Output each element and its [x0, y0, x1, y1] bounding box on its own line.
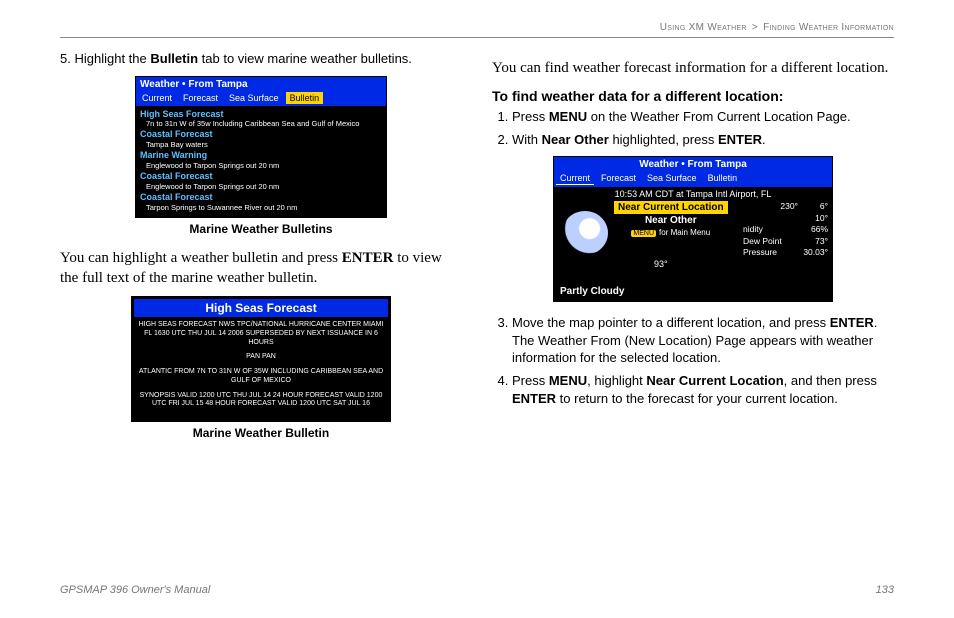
page-footer: GPSMAP 396 Owner's Manual 133 [60, 584, 894, 596]
weather-icon [562, 211, 608, 255]
wft-readings: 230°6° 10° nidity66% Dew Point73° Pressu… [725, 201, 828, 258]
bulletin-sub: 7n to 31n W of 35w Including Caribbean S… [146, 119, 382, 128]
header-section: Using XM Weather [660, 22, 747, 33]
wft-status: 10:53 AM CDT at Tampa Intl Airport, FL [554, 187, 832, 201]
right-column: You can find weather forecast informatio… [492, 50, 894, 452]
left-column: Highlight the Bulletin tab to view marin… [60, 50, 462, 452]
hsf-line: HIGH SEAS FORECAST NWS TPC/NATIONAL HURR… [138, 321, 384, 347]
step-5: Highlight the Bulletin tab to view marin… [60, 50, 462, 68]
menu-near-current: Near Current Location [614, 201, 728, 214]
tab-bulletin: Bulletin [704, 172, 742, 185]
left-para-enter: You can highlight a weather bulletin and… [60, 248, 462, 289]
wft-title: Weather • From Tampa [554, 157, 832, 172]
bulletin-sub: Tarpon Springs to Suwannee River out 20 … [146, 203, 382, 212]
bulletin-title: Marine Warning [140, 150, 382, 161]
wft-temp: 93° [654, 259, 668, 269]
bulletin-sub: Tampa Bay waters [146, 140, 382, 149]
figure-high-seas-forecast: High Seas Forecast HIGH SEAS FORECAST NW… [131, 296, 391, 422]
tab-current: Current [556, 172, 594, 185]
wft-tabs: Current Forecast Sea Surface Bulletin [554, 172, 832, 187]
footer-page-number: 133 [876, 584, 894, 596]
tab-forecast: Forecast [597, 172, 640, 185]
right-intro: You can find weather forecast informatio… [492, 58, 894, 78]
hsf-line: SYNOPSIS VALID 1200 UTC THU JUL 14 24 HO… [138, 392, 384, 410]
step-3: Move the map pointer to a different loca… [512, 314, 894, 367]
figure-weather-from-tampa: Weather • From Tampa Current Forecast Se… [553, 156, 833, 302]
tab-forecast: Forecast [179, 92, 222, 104]
hsf-title: High Seas Forecast [134, 299, 388, 317]
section-head: To find weather data for a different loc… [492, 88, 894, 104]
bulletin-sub: Englewood to Tarpon Springs out 20 nm [146, 161, 382, 170]
bulletin-title: Coastal Forecast [140, 171, 382, 182]
header-sub: Finding Weather Information [763, 22, 894, 33]
figure-marine-bulletins: Weather • From Tampa Current Forecast Se… [135, 76, 387, 218]
step-1: Press MENU on the Weather From Current L… [512, 108, 894, 126]
step-4: Press MENU, highlight Near Current Locat… [512, 372, 894, 407]
bulletin-sub: Englewood to Tarpon Springs out 20 nm [146, 182, 382, 191]
tab-sea-surface: Sea Surface [643, 172, 701, 185]
steps-list-top: Press MENU on the Weather From Current L… [512, 108, 894, 148]
fig1-caption: Marine Weather Bulletins [60, 222, 462, 236]
hsf-line: PAN PAN [138, 353, 384, 362]
fig2-caption: Marine Weather Bulletin [60, 426, 462, 440]
bulletin-title: Coastal Forecast [140, 129, 382, 140]
steps-list-bottom: Move the map pointer to a different loca… [512, 314, 894, 407]
bulletin-title: High Seas Forecast [140, 109, 382, 120]
tab-sea-surface: Sea Surface [225, 92, 283, 104]
tab-bulletin: Bulletin [286, 92, 324, 104]
step-2: With Near Other highlighted, press ENTER… [512, 131, 894, 149]
fig1-title: Weather • From Tampa [136, 77, 386, 92]
fig1-tabs: Current Forecast Sea Surface Bulletin [136, 92, 386, 106]
menu-near-other: Near Other [614, 214, 728, 227]
page-header-breadcrumb: Using XM Weather > Finding Weather Infor… [60, 20, 894, 38]
hsf-line: ATLANTIC FROM 7N TO 31N W OF 35W INCLUDI… [138, 368, 384, 386]
header-sep: > [752, 22, 758, 33]
wft-condition: Partly Cloudy [560, 286, 624, 297]
bulletin-title: Coastal Forecast [140, 192, 382, 203]
tab-current: Current [138, 92, 176, 104]
footer-left: GPSMAP 396 Owner's Manual [60, 584, 210, 596]
wft-popup-menu: Near Current Location Near Other MENUfor… [614, 201, 728, 238]
menu-hint: MENUfor Main Menu [614, 227, 728, 238]
